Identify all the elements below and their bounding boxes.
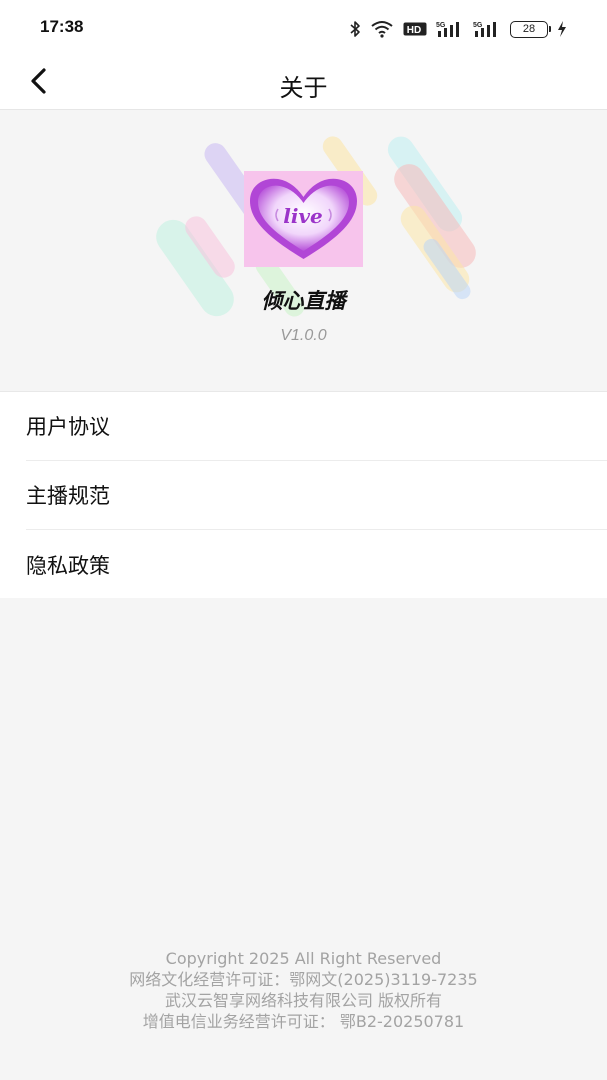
page-title: 关于 [279, 74, 328, 102]
wifi-icon [370, 20, 394, 38]
status-icons: HD 5G 5G 28 [349, 18, 567, 40]
battery-icon: 28 [510, 20, 551, 38]
app-version: V1.0.0 [280, 327, 327, 344]
menu-item-label: 主播规范 [26, 484, 110, 508]
status-bar: 17:38 HD 5G 5G 28 [0, 0, 607, 56]
status-time: 17:38 [40, 17, 84, 36]
svg-text:5G: 5G [436, 22, 446, 29]
footer: Copyright 2025 All Right Reserved 网络文化经营… [0, 948, 607, 1032]
host-guidelines-item[interactable]: 主播规范 [26, 461, 607, 530]
nav-bar: 关于 [0, 56, 607, 110]
charging-icon [557, 20, 567, 38]
hd-icon: HD [403, 22, 427, 36]
bluetooth-icon [349, 20, 361, 38]
about-screen: 17:38 HD 5G 5G 28 关于 live 倾心直播 V1.0.0 用户… [0, 0, 607, 1080]
about-header: live 倾心直播 V1.0.0 [0, 111, 607, 391]
culture-license-text: 网络文化经营许可证：鄂网文(2025)3119-7235 [129, 970, 478, 989]
company-text: 武汉云智享网络科技有限公司 版权所有 [164, 991, 443, 1010]
menu-item-label: 用户协议 [26, 415, 110, 439]
svg-text:live: live [283, 204, 323, 228]
app-name: 倾心直播 [261, 289, 346, 313]
svg-text:5G: 5G [473, 22, 483, 29]
copyright-text: Copyright 2025 All Right Reserved [165, 949, 442, 968]
battery-level: 28 [522, 23, 536, 35]
signal-5g-icon: 5G [473, 20, 501, 38]
svg-text:HD: HD [407, 25, 421, 36]
telecom-license-text: 增值电信业务经营许可证： 鄂B2-20250781 [142, 1012, 465, 1031]
menu-item-label: 隐私政策 [26, 553, 110, 578]
user-agreement-item[interactable]: 用户协议 [26, 392, 607, 461]
privacy-policy-item[interactable]: 隐私政策 [26, 530, 607, 599]
app-logo: live [244, 171, 363, 267]
menu-list: 用户协议 主播规范 隐私政策 [0, 391, 607, 598]
heart-icon: live [250, 178, 357, 259]
signal-5g-icon: 5G [436, 20, 464, 38]
